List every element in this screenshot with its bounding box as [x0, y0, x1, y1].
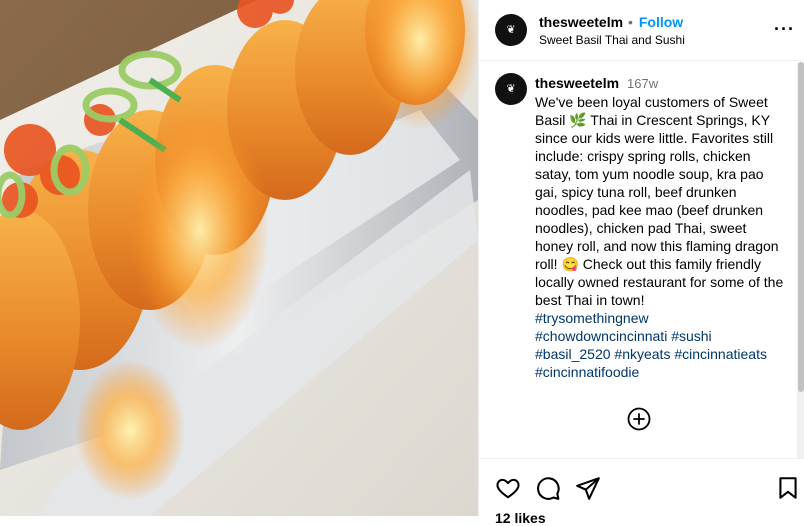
caption-section: ❦ thesweetelm 167w We've been loyal custo… [479, 61, 797, 458]
location-link[interactable]: Sweet Basil Thai and Sushi [539, 33, 685, 47]
caption-text: We've been loyal customers of Sweet Basi… [535, 94, 788, 308]
caption-timestamp[interactable]: 167w [627, 76, 658, 91]
header-username[interactable]: thesweetelm [539, 14, 623, 30]
hashtag-line: #basil_2520 #nkyeats #cincinnatieats [535, 345, 787, 363]
hashtag-link[interactable]: #basil_2520 [535, 346, 611, 362]
follow-button[interactable]: Follow [639, 14, 683, 30]
action-bar [479, 458, 804, 517]
hashtag-link[interactable]: #nkyeats [614, 346, 670, 362]
likes-count[interactable]: 12 likes [495, 510, 546, 526]
header-username-line: thesweetelm • Follow [539, 14, 683, 30]
scrollbar-thumb[interactable] [798, 62, 804, 392]
avatar-leaf-icon: ❦ [506, 82, 516, 95]
sushi-photo-illustration [0, 0, 478, 516]
hashtag-link[interactable]: #sushi [671, 328, 711, 344]
caption-header: thesweetelm 167w [535, 75, 658, 91]
hashtag-line: #trysomethingnew [535, 309, 787, 327]
post-header: ❦ thesweetelm • Follow Sweet Basil Thai a… [479, 0, 804, 61]
avatar-leaf-icon: ❦ [506, 23, 516, 36]
hashtag-link[interactable]: #cincinnatifoodie [535, 364, 639, 380]
caption-scrollbar[interactable] [797, 62, 804, 458]
hashtag-line: #chowdowncincinnati #sushi [535, 327, 787, 345]
bookmark-icon[interactable] [775, 475, 801, 501]
more-options-icon[interactable]: ··· [774, 20, 795, 38]
heart-icon[interactable] [495, 475, 521, 501]
header-separator: • [628, 14, 633, 30]
caption-avatar[interactable]: ❦ [495, 73, 527, 105]
avatar[interactable]: ❦ [495, 14, 527, 46]
hashtags: #trysomethingnew #chowdowncincinnati #sus… [535, 309, 787, 381]
post-side-panel: ❦ thesweetelm • Follow Sweet Basil Thai a… [478, 0, 804, 526]
hashtag-link[interactable]: #cincinnatieats [674, 346, 767, 362]
plus-circle-icon[interactable] [627, 407, 651, 431]
post-image[interactable] [0, 0, 478, 516]
hashtag-line: #cincinnatifoodie [535, 363, 787, 381]
hashtag-link[interactable]: #chowdowncincinnati [535, 328, 667, 344]
share-icon[interactable] [575, 475, 601, 501]
hashtag-link[interactable]: #trysomethingnew [535, 310, 649, 326]
comment-icon[interactable] [535, 475, 561, 501]
caption-username[interactable]: thesweetelm [535, 75, 619, 91]
